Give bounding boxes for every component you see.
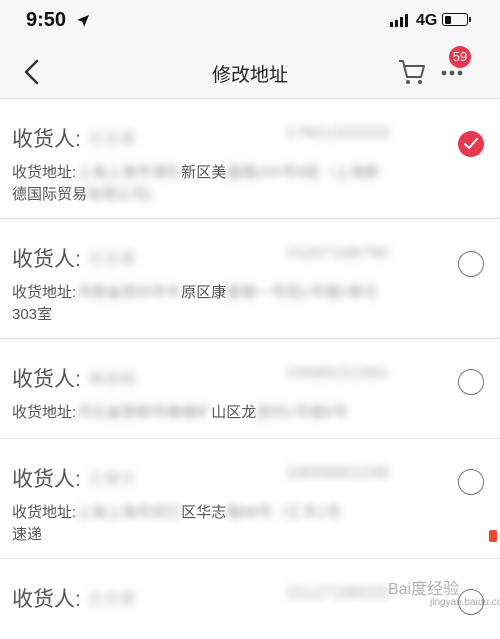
location-arrow-icon — [77, 15, 89, 27]
address-item[interactable]: 收货人: 庄志豪 15207168760 收货地址:河南省郑州市中原区康复路一号… — [0, 219, 500, 339]
status-time: 9:50 — [26, 9, 67, 31]
battery-tip — [469, 17, 471, 22]
address-item[interactable]: 收货人: 梅淑娟 15589151581 收货地址:河北省邯郸市峰峰矿山区龙虎村… — [0, 339, 500, 439]
recipient-name: 王建文 — [88, 471, 137, 488]
recipient-name: 庄志豪 — [88, 251, 137, 268]
address-item[interactable]: 收货人: 庄志豪 17601333333 收货地址:上海上海市浦东新区美盛路25… — [0, 99, 500, 219]
address-line-2: 303室 — [12, 303, 52, 324]
address-line: 收货地址:上海上海市闵行区华志路88号（汇丰1号 — [12, 501, 341, 522]
address-visible: 新区美 — [181, 164, 227, 181]
address-line2-blurred: 有限公司) — [87, 186, 153, 203]
address-label: 收货地址: — [12, 164, 77, 181]
address-line: 收货地址:上海上海市浦东新区美盛路255号8层（上海新 — [12, 161, 380, 182]
address-line-2: 德国际贸易有限公司) — [12, 183, 152, 204]
address-line: 收货地址:河北省邯郸市峰峰矿山区龙虎村1号楼6号 — [12, 401, 348, 422]
address-line2-visible: 速递 — [12, 526, 43, 543]
address-visible: 区华志 — [181, 504, 227, 521]
address-blurred-right: 盛路255号8层（上海新 — [226, 164, 380, 181]
cart-icon[interactable] — [397, 58, 427, 86]
watermark-url: jingyan.baidu.com — [430, 597, 500, 608]
unselected-radio[interactable] — [458, 469, 484, 495]
recipient-label: 收货人: — [12, 588, 81, 611]
address-blurred-left: 上海上海市浦东 — [76, 164, 182, 181]
recipient-label: 收货人: — [12, 248, 81, 271]
recipient-phone: 17601333333 — [285, 123, 390, 142]
cart-badge: 59 — [449, 46, 471, 68]
address-blurred-left: 上海上海市闵行 — [76, 504, 182, 521]
address-line2-visible: 303室 — [12, 306, 53, 323]
status-bar: 9:50 4G — [0, 0, 500, 46]
watermark: Bai度经验 — [388, 581, 460, 598]
battery-fill — [444, 15, 451, 24]
address-label: 收货地址: — [12, 404, 77, 421]
address-line2-visible: 德国际贸易 — [12, 186, 88, 203]
checkmark-icon — [464, 138, 478, 149]
recipient-name: 庄志豪 — [88, 591, 137, 608]
address-list: 收货人: 庄志豪 17601333333 收货地址:上海上海市浦东新区美盛路25… — [0, 99, 500, 639]
address-item[interactable]: 收货人: 王建文 18656661048 收货地址:上海上海市闵行区华志路88号… — [0, 439, 500, 559]
address-blurred-right: 虎村1号楼6号 — [256, 404, 348, 421]
side-marker — [489, 530, 497, 542]
address-blurred-right: 路88号（汇丰1号 — [226, 504, 342, 521]
address-item[interactable]: 收货人: 庄志豪 15127186025 — [0, 559, 500, 639]
address-line-2: 速递 — [12, 523, 42, 544]
recipient-phone: 15207168760 — [285, 243, 390, 262]
battery-icon — [442, 13, 468, 26]
recipient-label: 收货人: — [12, 468, 81, 491]
recipient-phone: 15589151581 — [285, 363, 390, 382]
selected-radio[interactable] — [458, 131, 484, 157]
address-visible: 原区康 — [181, 284, 227, 301]
address-blurred-right: 复路一号院1号楼2单元 — [226, 284, 378, 301]
unselected-radio[interactable] — [458, 251, 484, 277]
recipient-name: 庄志豪 — [88, 131, 137, 148]
nav-bar: 修改地址 59 — [0, 46, 500, 99]
recipient-label: 收货人: — [12, 368, 81, 391]
address-line: 收货地址:河南省郑州市中原区康复路一号院1号楼2单元 — [12, 281, 378, 302]
network-type: 4G — [416, 12, 438, 29]
address-label: 收货地址: — [12, 284, 77, 301]
recipient-phone: 15127186025 — [285, 583, 390, 602]
address-visible: 山区龙 — [211, 404, 257, 421]
address-label: 收货地址: — [12, 504, 77, 521]
signal-icon — [390, 13, 408, 27]
unselected-radio[interactable] — [458, 369, 484, 395]
address-blurred-left: 河南省郑州市中 — [76, 284, 182, 301]
recipient-label: 收货人: — [12, 128, 81, 151]
more-icon[interactable] — [440, 68, 464, 78]
address-blurred-left: 河北省邯郸市峰峰矿 — [76, 404, 212, 421]
recipient-phone: 18656661048 — [285, 463, 390, 482]
recipient-name: 梅淑娟 — [88, 371, 137, 388]
